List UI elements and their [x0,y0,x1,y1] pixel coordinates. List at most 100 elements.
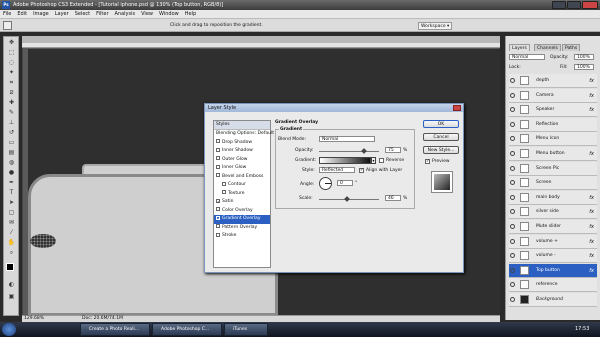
menu-filter[interactable]: Filter [93,10,111,19]
zoom-tool-icon[interactable]: ⌕ [7,249,16,257]
style-checkbox[interactable] [216,139,220,143]
dodge-tool-icon[interactable]: ● [7,169,16,177]
eye-icon[interactable] [510,78,515,83]
style-checkbox[interactable] [216,164,220,169]
magic-wand-tool-icon[interactable]: ✦ [7,69,16,77]
blur-tool-icon[interactable]: ◍ [7,159,16,167]
foreground-color-swatch[interactable] [6,263,14,271]
workspace-dropdown[interactable]: Workspace ▾ [418,22,452,30]
style-checkbox[interactable] [216,147,220,152]
healing-brush-tool-icon[interactable]: ✚ [7,99,16,107]
menu-window[interactable]: Window [156,10,182,19]
layer-row[interactable]: Menu button fx [509,147,597,161]
cancel-button[interactable]: Cancel [423,133,459,141]
style-checkbox[interactable] [216,232,220,237]
eye-icon[interactable] [510,267,515,273]
layer-row[interactable]: volume - fx [509,249,597,264]
eye-icon[interactable] [510,92,515,98]
fx-icon[interactable]: fx [589,78,594,84]
layer-row[interactable]: silver side fx [509,205,597,220]
type-tool-icon[interactable]: T [7,189,16,197]
style-checkbox[interactable] [222,181,226,186]
style-checkbox[interactable] [216,207,220,211]
eye-icon[interactable] [510,165,515,171]
close-button[interactable] [582,1,598,9]
style-item-satin[interactable]: ✓ Satin [214,198,270,207]
style-select[interactable]: Reflected [319,167,355,173]
opacity-input[interactable]: 75 [385,147,401,153]
style-checkbox[interactable] [222,190,226,194]
layer-row[interactable]: Screen [509,176,597,191]
layer-row[interactable]: Mute slider fx [509,220,597,234]
layer-row[interactable]: Speaker fx [509,103,597,118]
eye-icon[interactable] [510,209,515,215]
eye-icon[interactable] [510,238,515,244]
taskbar-item-photoshop[interactable]: Adobe Photoshop C... [152,323,222,336]
move-tool-icon[interactable] [3,21,12,30]
pen-tool-icon[interactable]: ✒ [7,179,16,187]
fx-icon[interactable]: fx [589,224,594,230]
eye-icon[interactable] [510,282,515,288]
move-tool-icon[interactable]: ✥ [7,39,16,47]
quick-mask-icon[interactable]: ◐ [7,281,16,289]
brush-tool-icon[interactable]: ✎ [7,109,16,117]
marquee-tool-icon[interactable]: ⬚ [7,49,16,57]
eye-icon[interactable] [510,121,515,127]
slice-tool-icon[interactable]: ⧄ [7,89,16,97]
style-item-stroke[interactable]: Stroke [214,232,270,241]
taskbar-item-browser[interactable]: Create a Photo Reali... [80,323,150,336]
hand-tool-icon[interactable]: ✋ [7,239,16,247]
gradient-picker[interactable] [319,157,371,164]
menu-file[interactable]: File [0,10,14,19]
angle-input[interactable]: 0 [337,180,353,186]
layer-row[interactable]: Reflection [509,117,597,132]
maximize-button[interactable] [567,1,581,9]
eye-icon[interactable] [510,136,515,142]
eyedropper-tool-icon[interactable]: ⁄ [7,229,16,237]
eye-icon[interactable] [510,253,515,259]
fx-icon[interactable]: fx [589,239,594,245]
align-with-layer-checkbox[interactable]: ✓ [359,168,364,173]
style-item-gradient-overlay[interactable]: ✓ Gradient Overlay [214,215,270,224]
path-selection-tool-icon[interactable]: ➤ [7,199,16,207]
preview-checkbox[interactable]: ✓ [425,159,430,164]
style-checkbox[interactable]: ✓ [216,198,220,203]
style-checkbox[interactable] [216,173,220,177]
fx-icon[interactable]: fx [589,195,594,201]
fx-icon[interactable]: fx [589,209,594,215]
layer-row[interactable]: Camera fx [509,88,597,103]
menu-image[interactable]: Image [30,10,52,19]
style-item-outer-glow[interactable]: Outer Glow [214,156,270,165]
gradient-tool-icon[interactable]: ▤ [7,149,16,157]
opacity-slider[interactable] [319,151,379,152]
shape-tool-icon[interactable]: ▢ [7,209,16,217]
tab-layers[interactable]: Layers [509,44,530,51]
crop-tool-icon[interactable]: ⌗ [7,79,16,87]
fill-input[interactable]: 100% [574,64,594,70]
scale-input[interactable]: 46 [385,195,401,201]
fx-icon[interactable]: fx [589,268,594,274]
eye-icon[interactable] [510,224,515,229]
style-item-inner-glow[interactable]: Inner Glow [214,164,270,173]
minimize-button[interactable] [552,1,566,9]
eraser-tool-icon[interactable]: ▭ [7,139,16,147]
eye-icon[interactable] [510,107,515,113]
gradient-dropdown-icon[interactable]: ▾ [371,157,376,164]
eye-icon[interactable] [510,180,515,186]
fx-icon[interactable]: fx [589,93,594,99]
style-item-inner-shadow[interactable]: Inner Shadow [214,147,270,156]
style-item-blending-options-default[interactable]: Blending Options: Default [214,130,274,139]
menu-view[interactable]: View [138,10,156,19]
fx-icon[interactable]: fx [589,253,594,259]
fx-icon[interactable]: fx [589,107,594,113]
layer-row[interactable]: Menu Icon [509,132,597,147]
style-checkbox[interactable] [216,224,220,228]
eye-icon[interactable] [510,151,515,156]
blend-mode-select[interactable]: Normal [319,136,375,142]
dialog-close-icon[interactable] [453,105,461,111]
eye-icon[interactable] [510,194,515,200]
style-item-texture[interactable]: Texture [214,190,270,199]
layer-row[interactable]: depth fx [509,74,597,88]
taskbar-item-itunes[interactable]: iTunes [224,323,268,336]
style-item-color-overlay[interactable]: Color Overlay [214,207,270,216]
